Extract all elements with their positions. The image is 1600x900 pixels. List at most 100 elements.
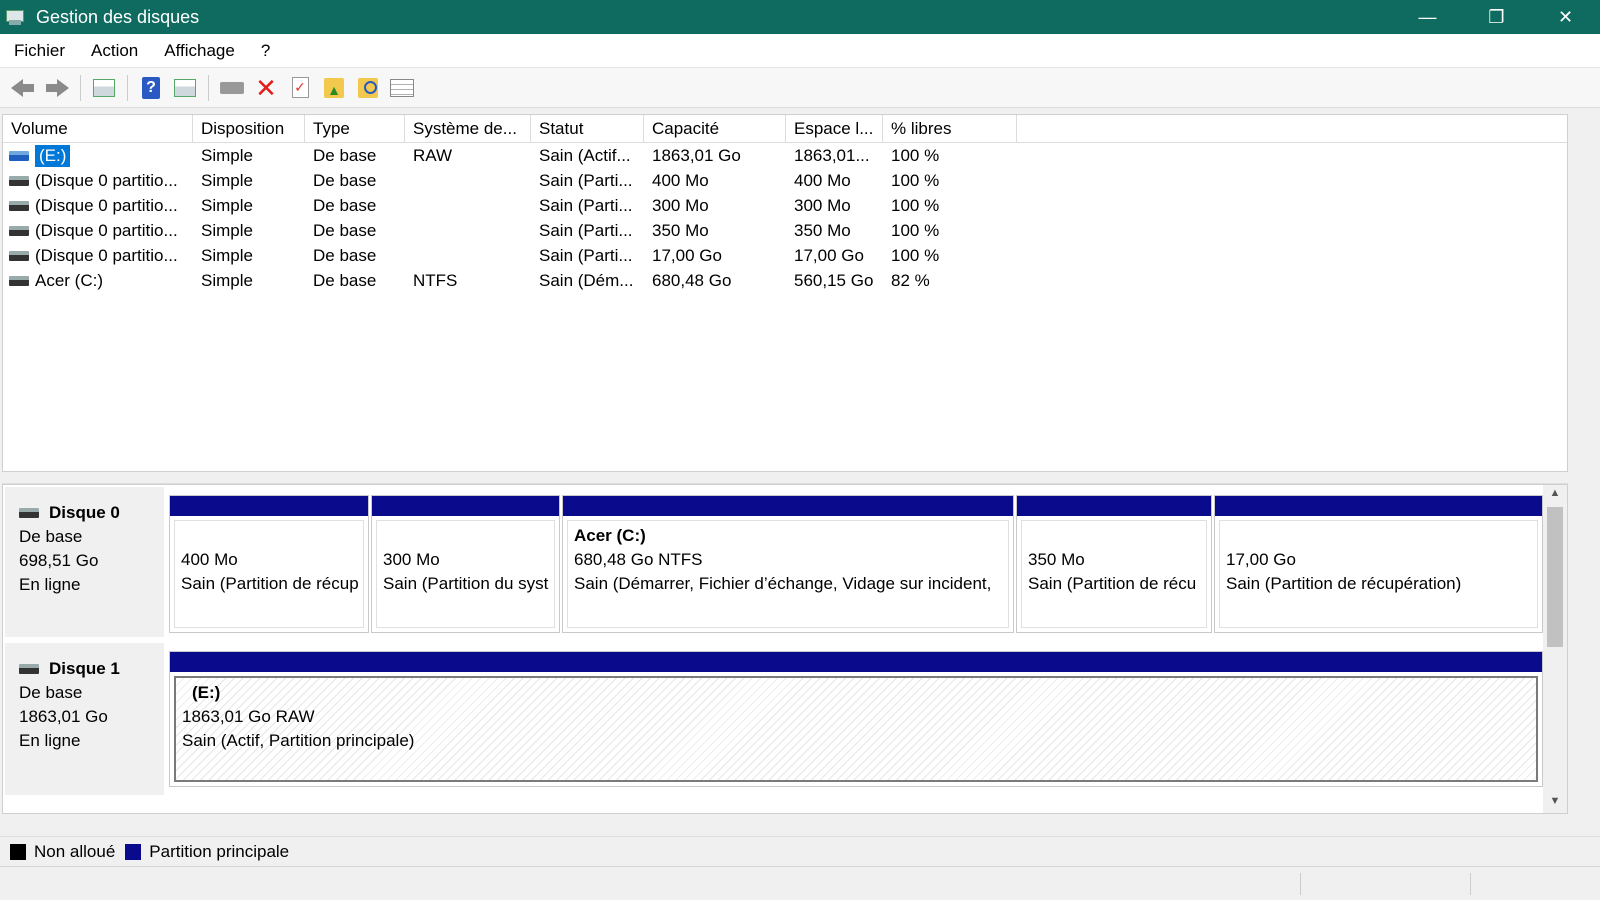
volume-cell: (Disque 0 partitio... <box>3 168 193 193</box>
partition-size: 300 Mo <box>383 550 440 569</box>
table-row[interactable]: (Disque 0 partitio... Simple De base Sai… <box>3 193 1567 218</box>
status-divider <box>1300 873 1301 895</box>
partition-disk1-1[interactable]: (E:) 1863,01 Go RAW Sain (Actif, Partiti… <box>169 651 1543 787</box>
volume-cell: (Disque 0 partitio... <box>3 218 193 243</box>
partition-status: Sain (Partition de récupération) <box>1226 574 1462 593</box>
volume-list-header: Volume Disposition Type Système de... St… <box>3 115 1567 143</box>
scroll-thumb[interactable] <box>1547 507 1563 647</box>
menu-fichier[interactable]: Fichier <box>0 41 77 61</box>
disk-1-label[interactable]: Disque 1 De base 1863,01 Go En ligne <box>5 643 164 795</box>
volume-name: (Disque 0 partitio... <box>35 171 178 190</box>
back-button[interactable] <box>6 72 40 104</box>
disk-size: 698,51 Go <box>19 551 99 570</box>
forward-button[interactable] <box>40 72 74 104</box>
disk-name-text: Disque 1 <box>49 659 120 678</box>
check-button[interactable]: ✓ <box>283 72 317 104</box>
table-row[interactable]: (Disque 0 partitio... Simple De base Sai… <box>3 168 1567 193</box>
disk-icon <box>19 508 39 518</box>
disk-name-text: Disque 0 <box>49 503 120 522</box>
open-folder-button[interactable]: ▲ <box>317 72 351 104</box>
partition-name <box>383 524 548 548</box>
disk-kind: De base <box>19 683 83 702</box>
table-row[interactable]: (E:) Simple De base RAW Sain (Actif... 1… <box>3 143 1567 168</box>
partition-name <box>1226 524 1531 548</box>
column-espace-libre[interactable]: Espace l... <box>786 115 883 143</box>
legend: Non alloué Partition principale <box>0 836 1600 866</box>
action-pane-icon <box>174 78 196 97</box>
statut-cell: Sain (Parti... <box>539 221 633 240</box>
properties-button[interactable] <box>385 72 419 104</box>
filesystem-cell <box>405 218 531 243</box>
checklist-icon: ✓ <box>291 77 309 98</box>
window-title: Gestion des disques <box>36 6 200 27</box>
properties-icon <box>390 78 414 97</box>
type-cell: De base <box>313 146 377 165</box>
partition-disk0-2[interactable]: 300 Mo Sain (Partition du syst <box>371 495 560 633</box>
volume-name: Acer (C:) <box>35 271 103 290</box>
libres-cell: 100 % <box>891 146 940 165</box>
column-disposition[interactable]: Disposition <box>193 115 305 143</box>
partition-disk0-1[interactable]: 400 Mo Sain (Partition de récup <box>169 495 369 633</box>
show-hide-action-pane-button[interactable] <box>168 72 202 104</box>
partition-body: 350 Mo Sain (Partition de récu <box>1021 520 1207 628</box>
maximize-button[interactable]: ❐ <box>1462 0 1531 34</box>
drive-icon <box>9 250 29 261</box>
libres-cell: 82 % <box>891 271 930 290</box>
partition-disk0-5[interactable]: 17,00 Go Sain (Partition de récupération… <box>1214 495 1543 633</box>
statut-cell: Sain (Parti... <box>539 246 633 265</box>
menu-bar: Fichier Action Affichage ? <box>0 34 1600 68</box>
menu-action[interactable]: Action <box>77 41 150 61</box>
close-button[interactable]: ✕ <box>1531 0 1600 34</box>
table-row[interactable]: (Disque 0 partitio... Simple De base Sai… <box>3 243 1567 268</box>
statut-cell: Sain (Actif... <box>539 146 631 165</box>
column-capacite[interactable]: Capacité <box>644 115 786 143</box>
volume-list: Volume Disposition Type Système de... St… <box>2 114 1568 472</box>
delete-button[interactable]: ✕ <box>249 72 283 104</box>
help-button[interactable]: ? <box>134 72 168 104</box>
partition-disk0-3[interactable]: Acer (C:) 680,48 Go NTFS Sain (Démarrer,… <box>562 495 1014 633</box>
column-statut[interactable]: Statut <box>531 115 644 143</box>
type-cell: De base <box>313 171 377 190</box>
menu-affichage[interactable]: Affichage <box>150 41 247 61</box>
partition-bar <box>170 652 1542 672</box>
disk-view-scrollbar[interactable]: ▲ ▼ <box>1543 485 1567 813</box>
primary-partition-swatch <box>125 843 142 860</box>
espace-cell: 17,00 Go <box>794 246 864 265</box>
column-pourcent-libres[interactable]: % libres <box>883 115 1017 143</box>
console-tree-icon <box>93 78 115 97</box>
menu-help[interactable]: ? <box>247 41 282 61</box>
legend-primary-partition: Partition principale <box>149 841 290 861</box>
disk-size: 1863,01 Go <box>19 707 108 726</box>
disk-state: En ligne <box>19 731 81 750</box>
column-type[interactable]: Type <box>305 115 405 143</box>
show-hide-console-tree-button[interactable] <box>87 72 121 104</box>
capacite-cell: 300 Mo <box>652 196 709 215</box>
pane-splitter[interactable] <box>2 472 1568 484</box>
explore-button[interactable] <box>351 72 385 104</box>
partition-status: Sain (Partition de récup <box>181 574 359 593</box>
column-volume[interactable]: Volume <box>3 115 193 143</box>
partition-body: 300 Mo Sain (Partition du syst <box>376 520 555 628</box>
statut-cell: Sain (Parti... <box>539 196 633 215</box>
status-divider <box>1470 873 1471 895</box>
unallocated-swatch <box>10 843 26 860</box>
minimize-button[interactable]: — <box>1393 0 1462 34</box>
partition-bar <box>563 496 1013 516</box>
partition-disk0-4[interactable]: 350 Mo Sain (Partition de récu <box>1016 495 1212 633</box>
drive-connect-icon <box>220 81 244 94</box>
connect-drive-button[interactable] <box>215 72 249 104</box>
scroll-down-icon[interactable]: ▼ <box>1543 795 1567 813</box>
disk-0-label[interactable]: Disque 0 De base 698,51 Go En ligne <box>5 487 164 637</box>
folder-up-icon: ▲ <box>324 77 344 98</box>
drive-icon <box>9 225 29 236</box>
scroll-up-icon[interactable]: ▲ <box>1543 487 1567 505</box>
table-row[interactable]: (Disque 0 partitio... Simple De base Sai… <box>3 218 1567 243</box>
column-filesystem[interactable]: Système de... <box>405 115 531 143</box>
forward-arrow-icon <box>45 78 69 97</box>
table-row[interactable]: Acer (C:) Simple De base NTFS Sain (Dém.… <box>3 268 1567 293</box>
libres-cell: 100 % <box>891 171 940 190</box>
capacite-cell: 680,48 Go <box>652 271 732 290</box>
toolbar-separator <box>80 74 81 101</box>
partition-body: (E:) 1863,01 Go RAW Sain (Actif, Partiti… <box>174 676 1538 782</box>
libres-cell: 100 % <box>891 221 940 240</box>
